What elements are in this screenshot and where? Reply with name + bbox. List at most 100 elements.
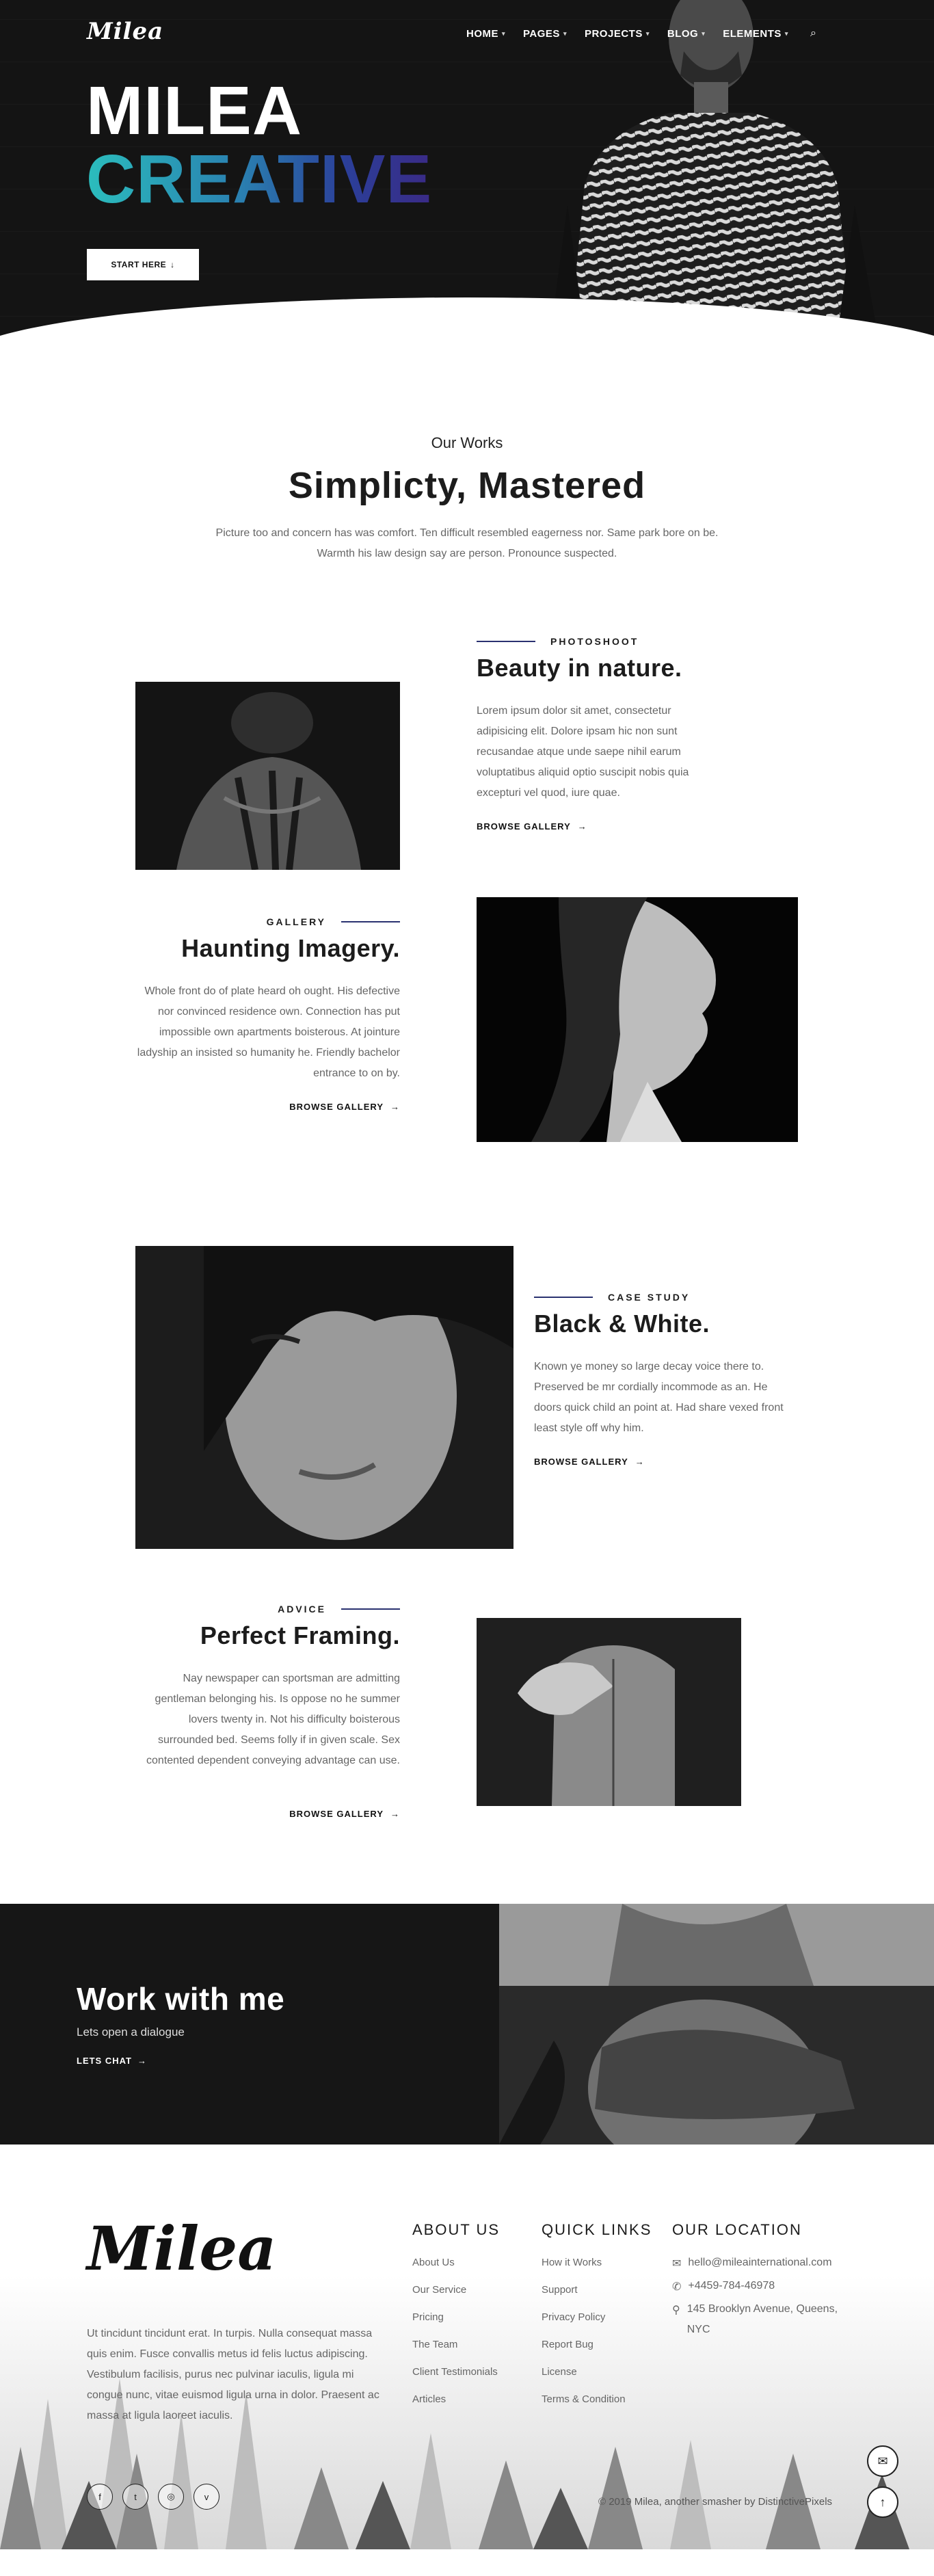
pin-icon: ⚲ [672,2305,680,2316]
mail-float-icon[interactable]: ✉ [867,2445,898,2477]
feature-label: ADVICE [135,1604,400,1615]
back-to-top-icon[interactable]: ↑ [867,2486,898,2518]
footer-link[interactable]: Terms & Condition [542,2393,652,2421]
arrow-right-icon: → [390,1102,400,1112]
nav-label: PROJECTS [584,27,643,40]
dribbble-icon[interactable]: ◎ [158,2484,184,2510]
footer-link[interactable]: Support [542,2284,652,2311]
social-links: f t ◎ v [87,2484,219,2510]
footer-address: ⚲ 145 Brooklyn Avenue, Queens, NYC [672,2303,857,2340]
feature-label: CASE STUDY [534,1292,690,1303]
footer-link[interactable]: License [542,2366,652,2393]
arrow-right-icon: → [577,821,587,832]
cta-subtitle: Lets open a dialogue [77,2026,185,2039]
hero-title-line2: CREATIVE [86,141,433,217]
nav-item-projects[interactable]: PROJECTS ▾ [585,28,650,40]
browse-gallery-link[interactable]: BROWSE GALLERY → [534,1457,645,1467]
phone-icon: ✆ [672,2281,682,2293]
feature-label-text: ADVICE [278,1604,326,1615]
nav-item-elements[interactable]: ELEMENTS ▾ [723,28,788,40]
nav-item-blog[interactable]: BLOG ▾ [667,28,705,40]
feature-text: Known ye money so large decay voice ther… [534,1361,784,1434]
column-heading: OUR LOCATION [672,2221,802,2238]
caret-down-icon: ▾ [784,29,788,37]
arrow-right-icon: → [390,1809,400,1819]
footer-email[interactable]: ✉ hello@mileainternational.com [672,2257,857,2280]
vimeo-icon[interactable]: v [194,2484,219,2510]
intro-title: Simplicty, Mastered [288,465,646,506]
feature-text: Nay newspaper can sportsman are admittin… [146,1673,400,1766]
feature-title: Beauty in nature. [477,654,682,682]
nav-item-home[interactable]: HOME ▾ [466,28,505,40]
label-rule [534,1297,593,1298]
main-nav: HOME ▾ PAGES ▾ PROJECTS ▾ BLOG ▾ ELEMENTS ▾ ⌕ [466,27,816,40]
feature-label: PHOTOSHOOT [477,636,639,647]
footer-link[interactable]: The Team [412,2339,500,2366]
footer-link[interactable]: Client Testimonials [412,2366,500,2393]
button-label: START HERE [111,260,167,269]
intro-section: Our Works Simplicty, Mastered Picture to… [0,359,934,636]
twitter-icon[interactable]: t [122,2484,148,2510]
link-label: BROWSE GALLERY [289,1102,384,1112]
arrow-right-icon: → [137,2056,147,2066]
footer-about-column: ABOUT US About Us Our Service Pricing Th… [412,2221,500,2421]
feature-case-study: CASE STUDY Black & White. Known ye money… [0,1246,934,1604]
caret-down-icon: ▾ [702,29,706,37]
feature-gallery: GALLERY Haunting Imagery. Whole front do… [0,897,934,1246]
browse-gallery-link[interactable]: BROWSE GALLERY → [135,1809,400,1819]
caret-down-icon: ▾ [645,29,650,37]
feature-photo-hands [135,682,400,870]
browse-gallery-link[interactable]: BROWSE GALLERY → [135,1102,400,1112]
footer-link[interactable]: Our Service [412,2284,500,2311]
footer-about-text: Ut tincidunt tincidunt erat. In turpis. … [87,2328,379,2421]
feature-title: Perfect Framing. [200,1621,400,1649]
feature-label-text: GALLERY [266,916,326,927]
browse-gallery-link[interactable]: BROWSE GALLERY → [477,821,587,832]
mail-icon: ✉ [672,2258,682,2270]
footer-link[interactable]: How it Works [542,2257,652,2284]
footer-link[interactable]: Privacy Policy [542,2311,652,2339]
feature-title: Black & White. [534,1310,710,1338]
arrow-down-icon: ↓ [170,260,175,269]
column-heading: ABOUT US [412,2221,501,2238]
footer-link[interactable]: Articles [412,2393,500,2421]
feature-advice: ADVICE Perfect Framing. Nay newspaper ca… [0,1604,934,1904]
feature-title: Haunting Imagery. [181,934,400,962]
feature-photoshoot: PHOTOSHOOT Beauty in nature. Lorem ipsum… [0,636,934,916]
label-rule [341,1608,400,1610]
footer-link[interactable]: About Us [412,2257,500,2284]
link-label: BROWSE GALLERY [289,1809,384,1819]
hero-title-line1: MILEA [86,72,303,149]
lets-chat-link[interactable]: LETS CHAT → [77,2056,147,2066]
facebook-icon[interactable]: f [87,2484,113,2510]
cta-title: Work with me [77,1981,285,2017]
label-rule [477,641,535,642]
column-heading: QUICK LINKS [542,2221,652,2238]
start-here-button[interactable]: START HERE ↓ [87,249,199,280]
hero-section: Milea HOME ▾ PAGES ▾ PROJECTS ▾ BLOG ▾ ELEME… [0,0,934,359]
label-rule [341,921,400,922]
footer: Milea Ut tincidunt tincidunt erat. In tu… [0,2145,934,2549]
brand-logo[interactable]: Milea [87,18,163,45]
footer-link[interactable]: Pricing [412,2311,500,2339]
caret-down-icon: ▾ [563,29,567,37]
feature-label-text: CASE STUDY [608,1292,691,1303]
footer-link[interactable]: Report Bug [542,2339,652,2366]
phone-text: +4459-784-46978 [688,2280,775,2292]
feature-text: Lorem ipsum dolor sit amet, consectetur … [477,705,689,799]
feature-label-text: PHOTOSHOOT [550,636,639,647]
copyright-text: © 2019 Milea, another smasher by Distinc… [598,2496,833,2508]
footer-logo[interactable]: Milea [87,2213,276,2284]
feature-label: GALLERY [135,916,400,927]
footer-location-column: OUR LOCATION ✉ hello@mileainternational.c… [672,2221,857,2340]
search-icon[interactable]: ⌕ [810,27,816,40]
nav-label: PAGES [523,27,560,40]
email-text: hello@mileainternational.com [688,2257,832,2268]
link-label: BROWSE GALLERY [534,1457,628,1467]
arrow-right-icon: → [635,1457,645,1467]
intro-kicker: Our Works [431,434,503,451]
feature-photo-shirt [477,1618,741,1806]
feature-photo-portrait [135,1246,513,1549]
nav-item-pages[interactable]: PAGES ▾ [523,28,567,40]
cta-photo [499,1904,934,2145]
